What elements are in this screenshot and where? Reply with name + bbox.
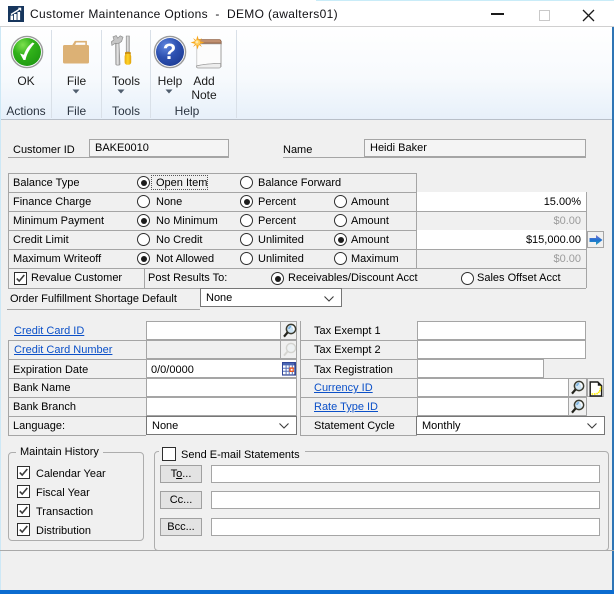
svg-text:?: ? [163, 39, 176, 64]
